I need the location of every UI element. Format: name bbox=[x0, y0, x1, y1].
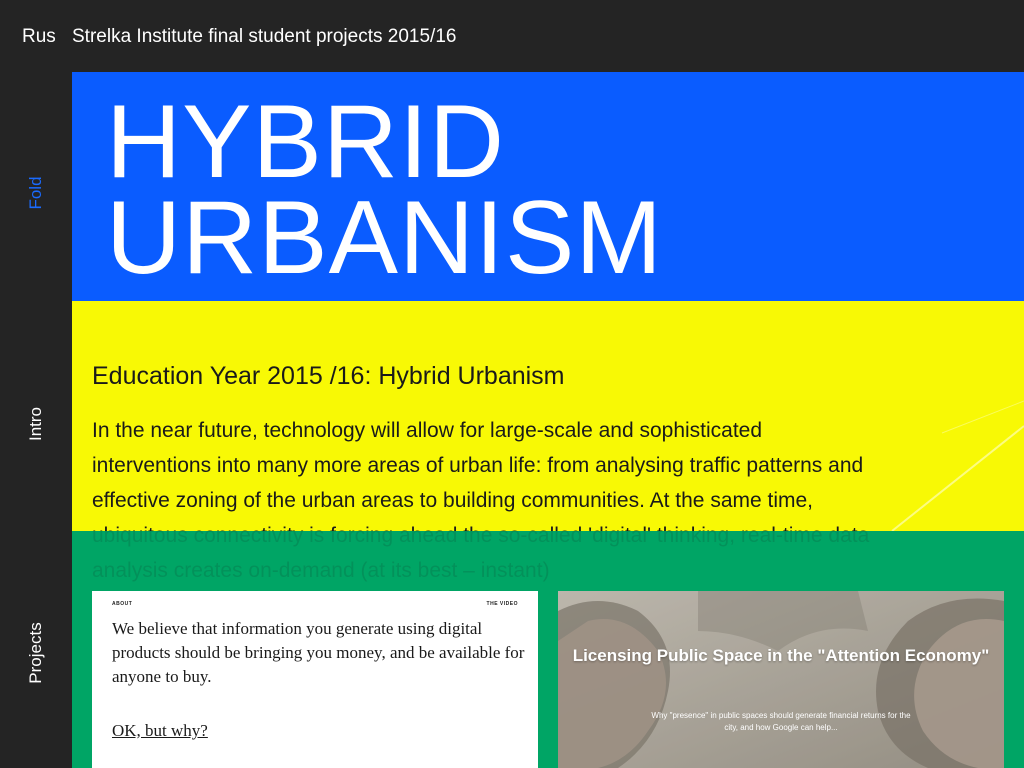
project-card-data-market[interactable]: ABOUT THE VIDEO We believe that informat… bbox=[92, 591, 538, 768]
card-title: Licensing Public Space in the "Attention… bbox=[572, 646, 990, 665]
nav-item-fold[interactable]: Fold bbox=[26, 176, 46, 209]
nav-item-projects[interactable]: Projects bbox=[26, 622, 46, 683]
ok-but-why-link[interactable]: OK, but why? bbox=[112, 721, 208, 741]
nav-item-intro[interactable]: Intro bbox=[26, 407, 46, 441]
card-about-label[interactable]: ABOUT bbox=[112, 601, 132, 607]
card-illustration-image bbox=[558, 591, 1004, 768]
side-navigation: Fold Intro Projects bbox=[0, 72, 72, 768]
card-quote: We believe that information you generate… bbox=[112, 619, 525, 686]
main-content: HYBRID URBANISM Education Year 2015 /16:… bbox=[72, 72, 1024, 768]
card-subtitle: Why "presence" in public spaces should g… bbox=[651, 711, 911, 732]
top-bar: Rus Strelka Institute final student proj… bbox=[0, 0, 1024, 72]
hero-title: HYBRID URBANISM bbox=[106, 84, 663, 296]
hero-title-line-1: HYBRID bbox=[106, 84, 505, 200]
language-switch-link[interactable]: Rus bbox=[22, 26, 56, 48]
card-video-label[interactable]: THE VIDEO bbox=[487, 601, 518, 607]
hero-title-line-2: URBANISM bbox=[106, 180, 663, 296]
project-card-public-space[interactable]: Licensing Public Space in the "Attention… bbox=[558, 591, 1004, 768]
site-title-link[interactable]: Strelka Institute final student projects… bbox=[72, 26, 456, 48]
intro-heading: Education Year 2015 /16: Hybrid Urbanism bbox=[92, 362, 565, 390]
